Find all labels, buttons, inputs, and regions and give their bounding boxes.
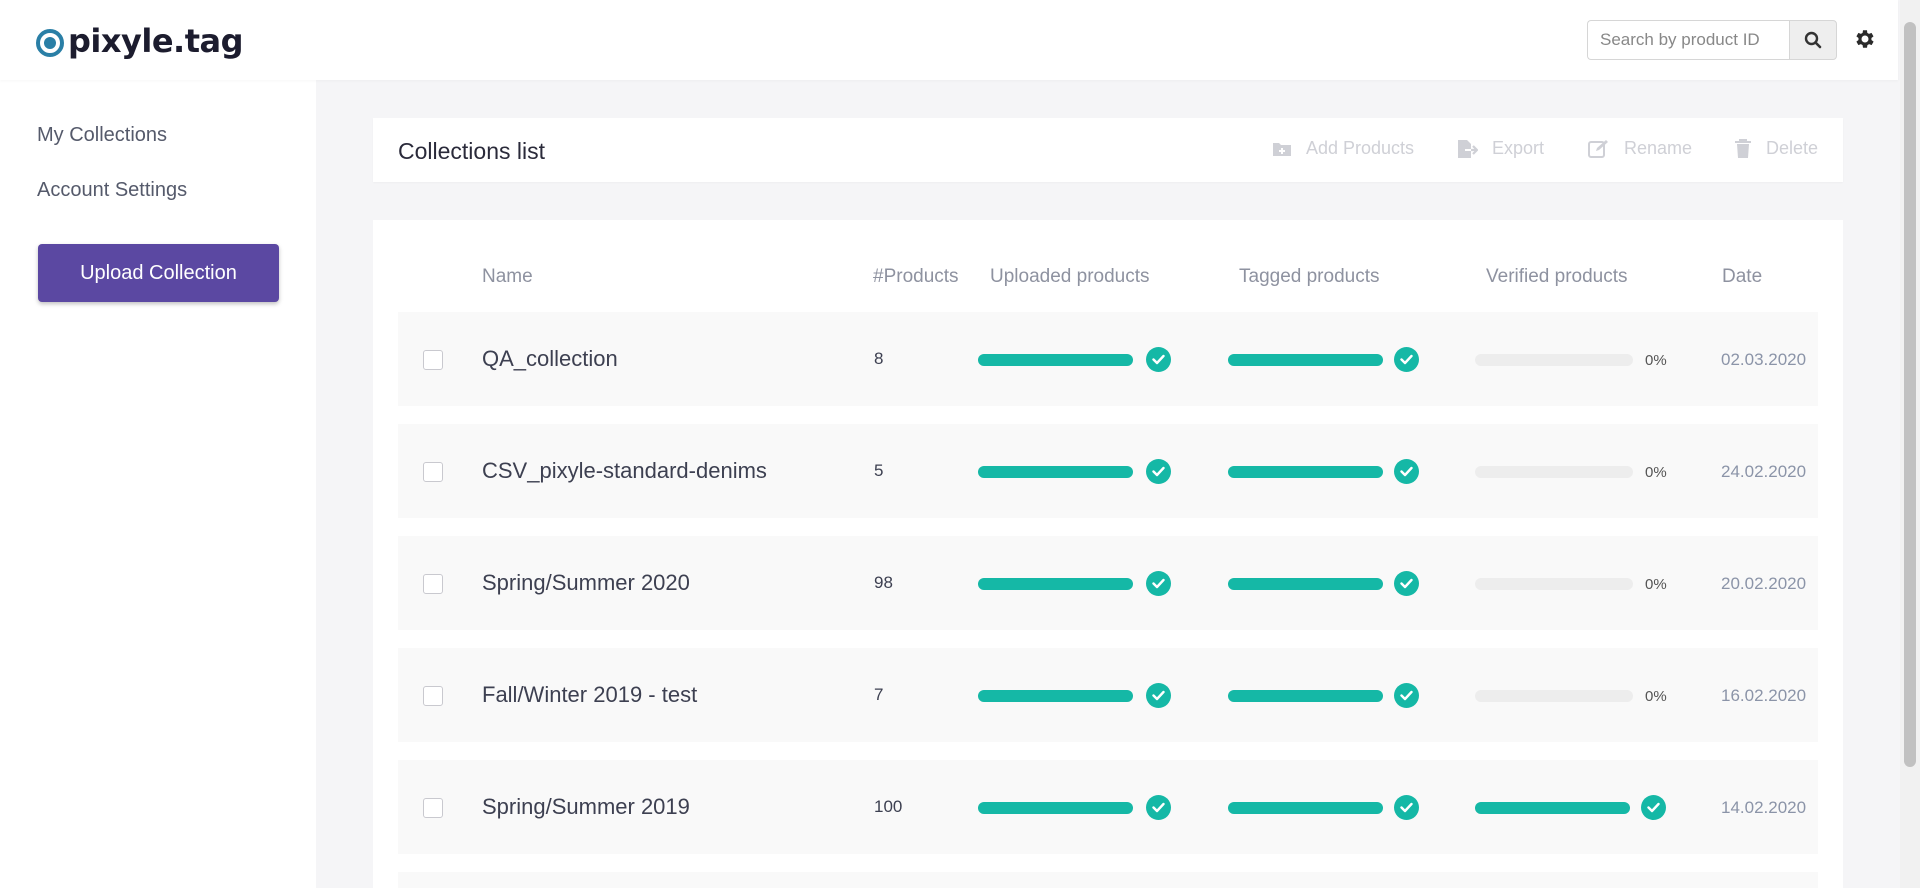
header-tagged[interactable]: Tagged products: [1239, 266, 1380, 288]
delete-button[interactable]: Delete: [1734, 138, 1818, 159]
verified-progress-track: [1475, 466, 1633, 478]
verified-percent: 0%: [1645, 464, 1667, 481]
export-button[interactable]: Export: [1456, 138, 1544, 159]
rename-label: Rename: [1624, 138, 1693, 158]
product-count: 7: [874, 685, 884, 704]
check-circle-icon: [1394, 459, 1419, 484]
collection-name[interactable]: Fall/Winter 2019 - test: [482, 682, 697, 708]
row-checkbox[interactable]: [423, 462, 443, 482]
check-circle-icon: [1146, 683, 1171, 708]
add-products-button[interactable]: Add Products: [1272, 138, 1414, 159]
table-row[interactable]: Spring/Summer 2020 98 0% 20.02.2020: [398, 536, 1818, 630]
tagged-progress-fill: [1228, 802, 1383, 814]
tagged-progress-fill: [1228, 466, 1383, 478]
table-row[interactable]: Spring/Summer 2019 100 14.02.2020: [398, 760, 1818, 854]
collections-toolbar: Collections list Add Products Export Ren…: [373, 118, 1843, 182]
check-circle-icon: [1394, 683, 1419, 708]
top-header: pixyle.tag: [0, 0, 1898, 80]
trash-icon: [1735, 138, 1751, 158]
check-circle-icon: [1394, 571, 1419, 596]
delete-label: Delete: [1766, 138, 1819, 158]
search-bar: [1587, 20, 1837, 60]
collection-date: 02.03.2020: [1721, 350, 1807, 369]
check-circle-icon: [1146, 795, 1171, 820]
table-row[interactable]: [398, 872, 1818, 888]
upload-collection-button[interactable]: Upload Collection: [38, 244, 279, 302]
header-products[interactable]: #Products: [873, 266, 959, 288]
table-row[interactable]: QA_collection 8 0% 02.03.2020: [398, 312, 1818, 406]
collection-date: 16.02.2020: [1721, 686, 1807, 705]
table-row[interactable]: CSV_pixyle-standard-denims 5 0% 24.02.2020: [398, 424, 1818, 518]
page-title: Collections list: [398, 138, 545, 164]
table-row[interactable]: Fall/Winter 2019 - test 7 0% 16.02.2020: [398, 648, 1818, 742]
collection-date: 14.02.2020: [1721, 798, 1807, 817]
collection-name[interactable]: QA_collection: [482, 346, 618, 372]
search-icon: [1804, 31, 1822, 49]
verified-progress-track: [1475, 578, 1633, 590]
row-checkbox[interactable]: [423, 686, 443, 706]
row-checkbox[interactable]: [423, 798, 443, 818]
header-date[interactable]: Date: [1722, 266, 1762, 288]
verified-progress-fill: [1475, 802, 1630, 814]
collection-name[interactable]: Spring/Summer 2019: [482, 794, 690, 820]
uploaded-progress-fill: [978, 466, 1133, 478]
verified-progress-track: [1475, 690, 1633, 702]
sidebar-item-account-settings[interactable]: Account Settings: [37, 179, 187, 202]
check-circle-icon: [1146, 571, 1171, 596]
sidebar: My Collections Account Settings Upload C…: [0, 80, 316, 888]
check-circle-icon: [1394, 347, 1419, 372]
edit-icon: [1588, 139, 1608, 158]
uploaded-progress-fill: [978, 578, 1133, 590]
sidebar-item-my-collections[interactable]: My Collections: [37, 124, 167, 147]
uploaded-progress-fill: [978, 690, 1133, 702]
gear-icon[interactable]: [1853, 27, 1877, 51]
check-circle-icon: [1146, 459, 1171, 484]
row-checkbox[interactable]: [423, 350, 443, 370]
scrollbar-thumb[interactable]: [1904, 22, 1916, 767]
collection-date: 20.02.2020: [1721, 574, 1807, 593]
verified-percent: 0%: [1645, 688, 1667, 705]
tagged-progress-fill: [1228, 690, 1383, 702]
export-label: Export: [1492, 138, 1545, 158]
header-name[interactable]: Name: [482, 266, 533, 288]
verified-percent: 0%: [1645, 352, 1667, 369]
verified-progress-track: [1475, 354, 1633, 366]
uploaded-progress-fill: [978, 802, 1133, 814]
tagged-progress-fill: [1228, 354, 1383, 366]
header-uploaded[interactable]: Uploaded products: [990, 266, 1150, 288]
rename-button[interactable]: Rename: [1588, 138, 1692, 159]
product-count: 98: [874, 573, 893, 592]
search-input[interactable]: [1587, 20, 1789, 60]
search-button[interactable]: [1789, 20, 1837, 60]
verified-percent: 0%: [1645, 576, 1667, 593]
row-checkbox[interactable]: [423, 574, 443, 594]
check-circle-icon: [1146, 347, 1171, 372]
logo-text: pixyle.tag: [68, 22, 244, 60]
check-circle-icon: [1394, 795, 1419, 820]
page-scrollbar[interactable]: [1900, 0, 1920, 888]
tag-logo-icon: [36, 29, 64, 57]
export-icon: [1458, 139, 1478, 158]
product-count: 8: [874, 349, 884, 368]
folder-plus-icon: [1273, 142, 1291, 156]
add-products-label: Add Products: [1306, 138, 1415, 158]
collection-name[interactable]: Spring/Summer 2020: [482, 570, 690, 596]
collection-date: 24.02.2020: [1721, 462, 1807, 481]
tagged-progress-fill: [1228, 578, 1383, 590]
app-logo[interactable]: pixyle.tag: [36, 22, 244, 60]
product-count: 5: [874, 461, 884, 480]
uploaded-progress-fill: [978, 354, 1133, 366]
header-verified[interactable]: Verified products: [1486, 266, 1628, 288]
product-count: 100: [874, 797, 903, 816]
check-circle-icon: [1641, 795, 1666, 820]
collection-name[interactable]: CSV_pixyle-standard-denims: [482, 458, 767, 484]
